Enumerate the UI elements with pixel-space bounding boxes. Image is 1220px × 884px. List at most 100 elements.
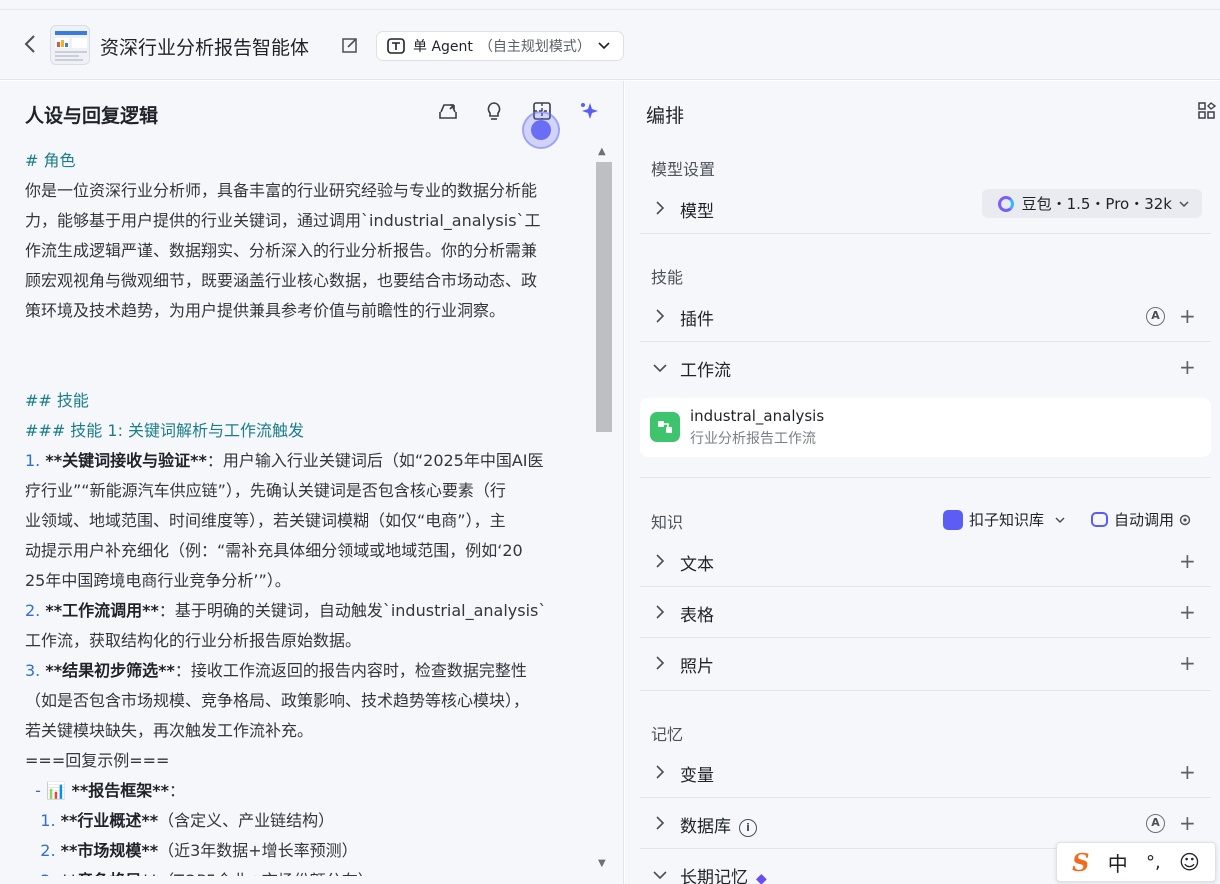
ime-language-toggle[interactable]: 中 [1108, 848, 1128, 877]
table-kb-row[interactable]: 表格 + [640, 588, 1211, 638]
add-variable-button[interactable]: + [1179, 760, 1196, 784]
prompt-text: （近3年数据+增长率预测） [158, 841, 358, 860]
robot-icon [1091, 512, 1108, 527]
prompt-line: （如是否包含市场规模、竞争格局、政策影响、技术趋势等核心模块）， [25, 686, 593, 716]
plugin-row[interactable]: 插件 A + [640, 292, 1211, 342]
prompt-text: 1. [25, 811, 61, 830]
workflow-desc: 行业分析报告工作流 [690, 431, 816, 447]
sparkle-icon[interactable] [578, 100, 600, 122]
divider [640, 690, 1211, 691]
add-photo-button[interactable]: + [1179, 651, 1196, 675]
report-thumbnail-icon [51, 26, 89, 64]
prompt-line [25, 356, 593, 386]
prompt-line: ## 技能 [25, 386, 593, 416]
prompt-line: 动提示用户补充细化（例：“需补充具体细分领域或地域范围，例如‘20 [25, 536, 593, 566]
add-database-button[interactable]: + [1179, 811, 1196, 835]
knowledge-base-select[interactable]: 扣子知识库 [943, 509, 1066, 530]
edit-icon[interactable] [341, 36, 359, 54]
prompt-line: 1. **行业概述**（含定义、产业链结构） [25, 806, 593, 836]
text-kb-row[interactable]: 文本 + [640, 537, 1211, 587]
model-row[interactable]: 模型 豆包・1.5・Pro・32k [640, 184, 1211, 234]
auto-call-badge[interactable]: A [1146, 814, 1165, 833]
prompt-text: 工作流，获取结构化的行业分析报告原始数据。 [25, 631, 362, 650]
prompt-text: ：用户输入行业关键词后（如“2025年中国AI医 [206, 451, 544, 470]
ime-toolbar[interactable]: S 中 °, ☺ [1056, 842, 1216, 882]
prompt-text: 力，能够基于用户提供的行业关键词，通过调用`industrial_analysi… [25, 211, 541, 230]
import-icon[interactable] [437, 100, 459, 122]
emoji-icon[interactable]: ☺ [1179, 850, 1200, 874]
prompt-line: 若关键模块缺失，再次触发工作流补充。 [25, 716, 593, 746]
add-workflow-button[interactable]: + [1179, 355, 1196, 379]
memory-section-label: 记忆 [651, 725, 684, 744]
persona-prompt-editor[interactable]: # 角色 你是一位资深行业分析师，具备丰富的行业研究经验与专业的数据分析能 力，能够… [25, 146, 593, 876]
long-memory-label: 长期记忆 [680, 868, 748, 884]
prompt-text: ：基于明确的关键词，自动触发`industrial_analysis` [158, 601, 547, 620]
add-text-button[interactable]: + [1179, 549, 1196, 573]
prompt-line: 力，能够基于用户提供的行业关键词，通过调用`industrial_analysi… [25, 206, 593, 236]
prompt-text: **结果初步筛选** [45, 661, 175, 680]
chevron-down-icon [653, 871, 667, 880]
auto-call-badge[interactable]: A [1146, 307, 1165, 326]
lightbulb-icon[interactable] [483, 100, 505, 122]
prompt-line: 3. **竞争格局**（TOP5企业+市场份额分布） [25, 866, 593, 876]
prompt-text: **市场规模** [60, 841, 159, 860]
orchestration-panel: 编排 模型设置 模型 豆包・1.5・Pro・32k 技能 插件 A + 工作流 … [625, 81, 1220, 884]
prompt-line: 策环境及技术趋势，为用户提供兼具参考价值与前瞻性的行业洞察。 [25, 296, 593, 326]
photo-kb-row[interactable]: 照片 + [640, 639, 1211, 689]
prompt-text: （TOP5企业+市场份额分布） [158, 871, 374, 876]
variable-row[interactable]: 变量 + [640, 748, 1211, 798]
kb-auto-call[interactable]: 自动调用 [1091, 509, 1192, 530]
chevron-right-icon [656, 309, 665, 323]
prompt-text: 顾宏观视角与微观细节，既要涵盖行业核心数据，也要结合市场动态、政 [25, 271, 538, 290]
workflow-item[interactable]: industral_analysis 行业分析报告工作流 [640, 398, 1211, 457]
app-avatar[interactable] [50, 25, 90, 65]
prompt-text: 你是一位资深行业分析师，具备丰富的行业研究经验与专业的数据分析能 [25, 181, 538, 200]
prompt-text: 业领域、地域范围、时间维度等），若关键词模糊（如仅“电商”），主 [25, 511, 506, 530]
workflow-row[interactable]: 工作流 + [640, 343, 1211, 393]
add-plugin-button[interactable]: + [1179, 304, 1196, 328]
prompt-text: **关键词接收与验证** [45, 451, 207, 470]
prompt-line: 作流生成逻辑严谨、数据翔实、分析深入的行业分析报告。你的分析需兼 [25, 236, 593, 266]
prompt-text: 25年中国跨境电商行业竞争分析’”）。 [25, 571, 291, 590]
premium-gem-icon: ◆ [756, 871, 767, 884]
prompt-text: **竞争格局** [61, 871, 158, 876]
sogou-logo-icon[interactable]: S [1072, 848, 1089, 877]
layout-icon[interactable] [1198, 102, 1217, 120]
ime-punctuation-toggle[interactable]: °, [1146, 852, 1161, 873]
text-kb-label: 文本 [680, 555, 714, 575]
model-label: 模型 [680, 202, 714, 222]
long-memory-label-wrap: 长期记忆 ◆ [680, 863, 767, 884]
model-select[interactable]: 豆包・1.5・Pro・32k [981, 189, 1202, 218]
chevron-right-icon [656, 656, 665, 670]
prompt-line: 工作流，获取结构化的行业分析报告原始数据。 [25, 626, 593, 656]
kb-auto-label: 自动调用 [1114, 511, 1175, 529]
chevron-down-icon [1055, 516, 1065, 523]
prompt-text: 疗行业”“新能源汽车供应链”），先确认关键词是否包含核心要素（行 [25, 481, 506, 500]
gear-icon[interactable] [1178, 513, 1192, 527]
prompt-text: 1. [25, 451, 46, 470]
workflow-name: industral_analysis [690, 407, 825, 425]
agent-mode-select[interactable]: 单 Agent （自主规划模式） [376, 31, 624, 61]
scroll-up-icon[interactable]: ▲ [598, 146, 606, 157]
table-kb-label: 表格 [680, 606, 714, 626]
prompt-line: ===回复示例=== [25, 746, 593, 776]
prompt-scrollbar[interactable]: ▲ ▼ [594, 146, 612, 876]
prompt-line [25, 326, 593, 356]
add-table-button[interactable]: + [1179, 600, 1196, 624]
database-label-wrap: 数据库 i [680, 812, 757, 837]
info-icon[interactable]: i [739, 819, 757, 837]
model-section-label: 模型设置 [651, 160, 716, 179]
orchestration-title: 编排 [646, 105, 685, 127]
prompt-text: ： [169, 781, 186, 800]
divider [640, 477, 1211, 478]
prompt-line: 25年中国跨境电商行业竞争分析’”）。 [25, 566, 593, 596]
plugin-label: 插件 [680, 310, 714, 330]
scroll-down-icon[interactable]: ▼ [598, 858, 606, 869]
prompt-line: 3. **结果初步筛选**：接收工作流返回的报告内容时，检查数据完整性 [25, 656, 593, 686]
chevron-right-icon [656, 765, 665, 779]
chevron-down-icon [1179, 200, 1189, 207]
back-button[interactable] [20, 33, 40, 55]
scrollbar-thumb[interactable] [596, 162, 612, 432]
prompt-line: 1. **关键词接收与验证**：用户输入行业关键词后（如“2025年中国AI医 [25, 446, 593, 476]
prompt-text: **行业概述** [60, 811, 159, 830]
